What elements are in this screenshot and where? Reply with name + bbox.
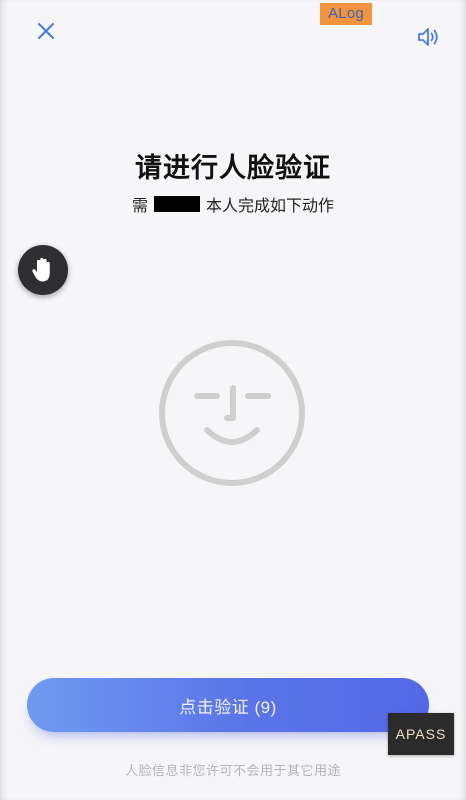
- privacy-note: 人脸信息非您许可不会用于其它用途: [124, 764, 341, 779]
- close-icon: [38, 23, 54, 39]
- face-verification-screen: ALog 请进行人脸验证 需 本人完成如下动作 点击验证 (9) APASS 人…: [0, 0, 466, 800]
- floating-hand-button[interactable]: [18, 245, 68, 295]
- apass-watermark: APASS: [388, 713, 454, 755]
- page-subtitle: 需 本人完成如下动作: [0, 192, 466, 216]
- verify-button[interactable]: 点击验证 (9): [27, 678, 429, 732]
- subtitle-suffix: 本人完成如下动作: [206, 196, 335, 215]
- page-title: 请进行人脸验证: [135, 153, 331, 184]
- close-button[interactable]: [32, 17, 60, 45]
- speaker-icon: [418, 28, 438, 46]
- alog-debug-badge[interactable]: ALog: [320, 3, 372, 25]
- redacted-name: [154, 196, 200, 212]
- subtitle-prefix: 需: [131, 196, 148, 215]
- sound-toggle-button[interactable]: [414, 22, 444, 52]
- smiling-face-icon: [159, 340, 305, 486]
- hand-icon: [32, 257, 50, 282]
